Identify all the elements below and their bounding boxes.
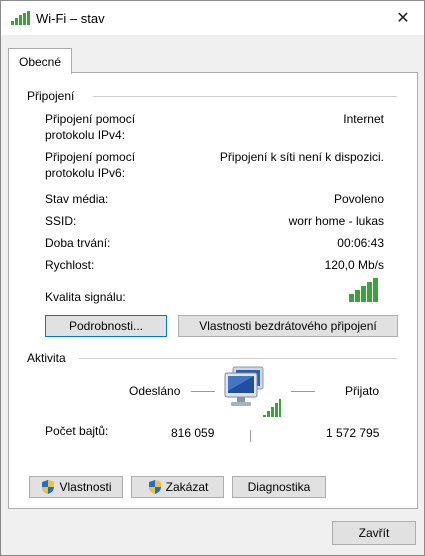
connection-divider xyxy=(93,96,397,97)
window-title: Wi-Fi – stav xyxy=(36,11,105,26)
wifi-status-window: Wi-Fi – stav ✕ Obecné Připojení Připojen… xyxy=(0,0,425,556)
properties-button[interactable]: Vlastnosti xyxy=(29,476,123,498)
activity-divider xyxy=(79,358,397,359)
diagnostics-button[interactable]: Diagnostika xyxy=(232,476,326,498)
bytes-received-value: 1 572 795 xyxy=(326,426,380,440)
details-button[interactable]: Podrobnosti... xyxy=(45,315,167,337)
signal-quality-label: Kvalita signálu: xyxy=(45,290,126,304)
disable-button[interactable]: Zakázat xyxy=(131,476,224,498)
wireless-properties-button[interactable]: Vlastnosti bezdrátového připojení xyxy=(178,315,398,337)
duration-value: 00:06:43 xyxy=(337,236,384,250)
bytes-divider xyxy=(250,430,251,442)
close-button[interactable]: Zavřít xyxy=(332,521,416,545)
duration-label: Doba trvání: xyxy=(45,236,111,250)
title-bar: Wi-Fi – stav ✕ xyxy=(1,1,424,35)
sent-line xyxy=(191,391,215,392)
uac-shield-icon xyxy=(40,479,56,495)
disable-button-label: Zakázat xyxy=(165,480,209,494)
ssid-label: SSID: xyxy=(45,214,77,228)
connection-section-label: Připojení xyxy=(27,89,75,103)
ipv4-value: Internet xyxy=(343,112,384,126)
ipv6-value: Připojení k síti není k dispozici. xyxy=(219,150,384,164)
speed-value: 120,0 Mb/s xyxy=(324,258,384,272)
speed-label: Rychlost: xyxy=(45,258,95,272)
ipv6-label-line1: Připojení pomocí xyxy=(45,150,136,164)
ipv6-label-line2: protokolu IPv6: xyxy=(45,166,126,180)
properties-button-label: Vlastnosti xyxy=(59,480,112,494)
sent-label: Odesláno xyxy=(129,384,181,398)
tab-general[interactable]: Obecné xyxy=(8,48,72,74)
bytes-label: Počet bajtů: xyxy=(45,424,109,438)
network-computer-icon xyxy=(219,363,281,426)
bytes-sent-value: 816 059 xyxy=(171,426,215,440)
media-state-value: Povoleno xyxy=(333,192,384,206)
received-line xyxy=(291,391,315,392)
signal-bars-icon xyxy=(349,278,381,305)
ssid-value: worr home - lukas xyxy=(288,214,384,228)
activity-section-label: Aktivita xyxy=(27,351,66,365)
uac-shield-icon xyxy=(147,479,163,495)
ipv4-label-line1: Připojení pomocí xyxy=(45,112,136,126)
ipv4-label-line2: protokolu IPv4: xyxy=(45,128,126,142)
general-tab-panel: Připojení Připojení pomocí protokolu IPv… xyxy=(8,72,418,509)
received-label: Přijato xyxy=(345,384,380,398)
media-state-label: Stav média: xyxy=(45,192,109,206)
close-icon[interactable]: ✕ xyxy=(389,6,417,30)
wifi-signal-icon xyxy=(11,11,31,28)
